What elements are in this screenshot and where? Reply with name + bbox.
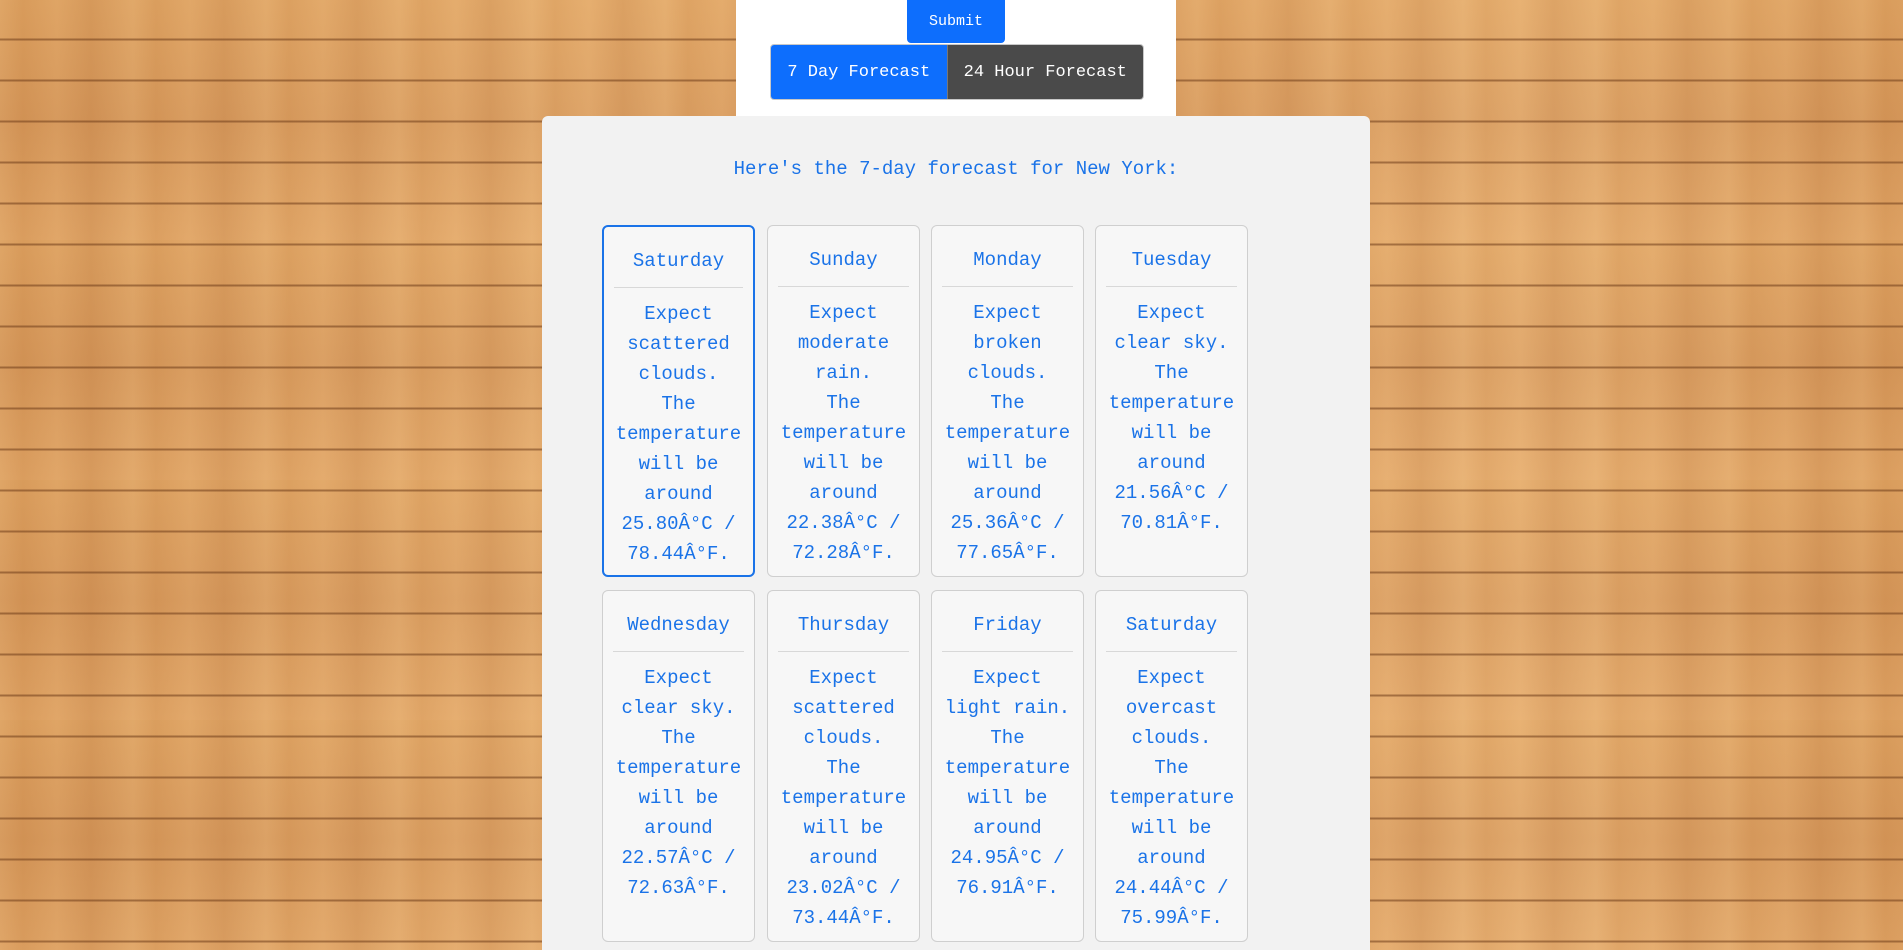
- card-description: Expect clear sky. The temperature will be aro…: [1108, 302, 1235, 534]
- card-day-label: Sunday: [778, 226, 909, 287]
- forecast-card[interactable]: Monday Expect broken clouds. The temperature…: [931, 225, 1084, 577]
- forecast-card[interactable]: Friday Expect light rain. The temperature wi…: [931, 590, 1084, 942]
- tab-7-day-forecast[interactable]: 7 Day Forecast: [771, 45, 947, 99]
- card-description: Expect scattered clouds. The temperature will…: [615, 303, 742, 565]
- forecast-card[interactable]: Thursday Expect scattered clouds. The temper…: [767, 590, 920, 942]
- card-day-label: Wednesday: [613, 591, 744, 652]
- submit-button[interactable]: Submit: [907, 0, 1005, 43]
- forecast-panel: Here's the 7-day forecast for New York: …: [542, 116, 1370, 950]
- card-description: Expect overcast clouds. The temperature will …: [1108, 667, 1235, 929]
- forecast-card[interactable]: Saturday Expect scattered clouds. The temper…: [602, 225, 755, 577]
- card-description: Expect moderate rain. The temperature will be…: [780, 302, 907, 564]
- forecast-card[interactable]: Wednesday Expect clear sky. The temperature…: [602, 590, 755, 942]
- forecast-heading: Here's the 7-day forecast for New York:: [733, 158, 1179, 180]
- card-day-label: Monday: [942, 226, 1073, 287]
- card-description: Expect light rain. The temperature will be ar…: [944, 667, 1071, 899]
- forecast-card[interactable]: Saturday Expect overcast clouds. The tempera…: [1095, 590, 1248, 942]
- forecast-card[interactable]: Sunday Expect moderate rain. The temperature…: [767, 225, 920, 577]
- card-day-label: Saturday: [614, 227, 743, 288]
- card-description: Expect scattered clouds. The temperature will…: [780, 667, 907, 929]
- card-description: Expect broken clouds. The temperature will be…: [944, 302, 1071, 564]
- forecast-card[interactable]: Tuesday Expect clear sky. The temperature wi…: [1095, 225, 1248, 577]
- card-day-label: Tuesday: [1106, 226, 1237, 287]
- tab-24-hour-forecast[interactable]: 24 Hour Forecast: [946, 45, 1143, 99]
- forecast-tab-group: 7 Day Forecast 24 Hour Forecast: [770, 44, 1144, 100]
- card-day-label: Saturday: [1106, 591, 1237, 652]
- card-day-label: Friday: [942, 591, 1073, 652]
- card-day-label: Thursday: [778, 591, 909, 652]
- card-description: Expect clear sky. The temperature will be aro…: [615, 667, 742, 899]
